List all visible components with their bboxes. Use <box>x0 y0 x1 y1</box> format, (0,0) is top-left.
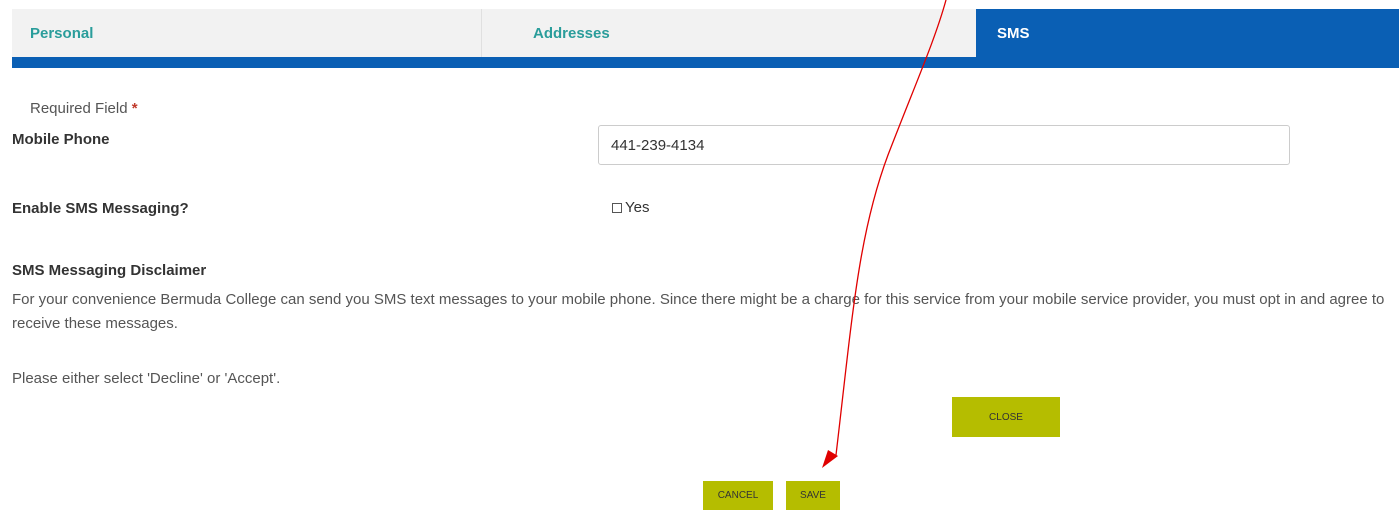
disclaimer-text: For your convenience Bermuda College can… <box>12 291 1385 332</box>
annotation-arrow-line <box>835 0 947 456</box>
close-button[interactable]: CLOSE <box>952 397 1060 437</box>
tab-sms-label: SMS <box>997 24 1030 42</box>
tab-bar: Personal Addresses SMS <box>12 9 1399 57</box>
enable-sms-checkbox[interactable] <box>612 202 622 213</box>
save-button[interactable]: SAVE <box>786 481 840 510</box>
mobile-phone-input[interactable] <box>598 125 1290 165</box>
disclaimer-title: SMS Messaging Disclaimer <box>12 262 207 279</box>
annotation-arrow <box>822 0 947 468</box>
annotation-arrow-head <box>822 450 838 468</box>
tab-addresses[interactable]: Addresses <box>482 9 976 57</box>
tab-personal-label: Personal <box>30 24 94 42</box>
cancel-button[interactable]: CANCEL <box>703 481 773 510</box>
tab-underline <box>12 57 1399 68</box>
enable-sms-yes-label: Yes <box>625 199 650 216</box>
required-field-note: Required Field * <box>30 100 138 117</box>
enable-sms-label: Enable SMS Messaging? <box>12 200 189 217</box>
mobile-phone-label: Mobile Phone <box>12 131 110 148</box>
tab-personal[interactable]: Personal <box>12 9 482 57</box>
required-field-text: Required Field <box>30 100 128 117</box>
tab-sms[interactable]: SMS <box>976 9 1399 57</box>
tab-addresses-label: Addresses <box>533 24 610 42</box>
disclaimer-instruction: Please either select 'Decline' or 'Accep… <box>12 370 281 387</box>
enable-sms-option[interactable]: Yes <box>612 199 649 216</box>
required-star: * <box>131 100 138 117</box>
